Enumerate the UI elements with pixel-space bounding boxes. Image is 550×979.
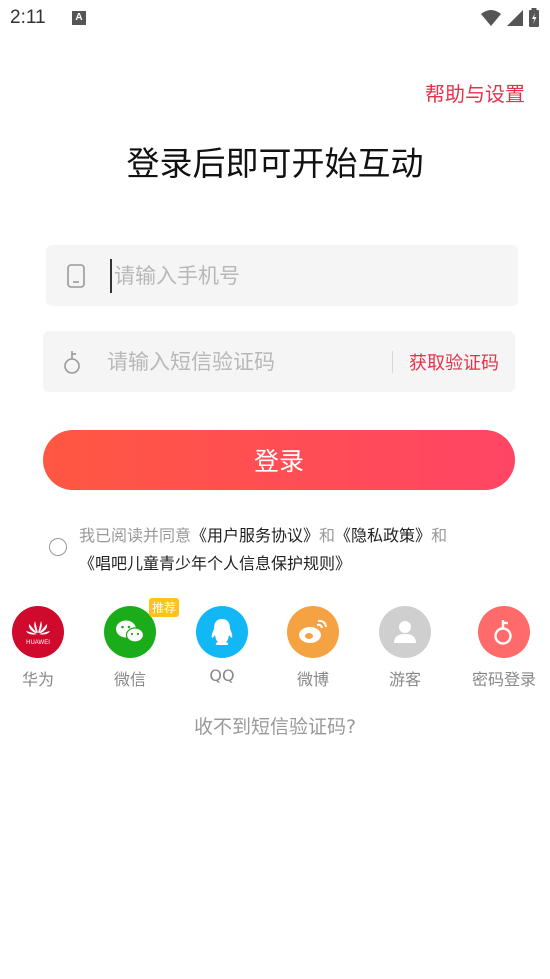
huawei-logo-icon: HUAWEI (26, 621, 50, 646)
agreement-and: 和 (319, 526, 336, 545)
weibo-icon (287, 606, 339, 658)
phone-input[interactable] (110, 259, 490, 293)
notification-icon: A (72, 11, 86, 25)
password-label: 密码登录 (471, 670, 536, 689)
wechat-login[interactable]: 推荐 微信 (95, 598, 180, 690)
person-icon (394, 621, 416, 643)
agreement-and: 和 (431, 526, 448, 545)
status-time: 2:11 (10, 7, 46, 28)
password-icon (478, 606, 530, 658)
phone-icon (67, 264, 85, 288)
qq-label: QQ (209, 666, 235, 685)
huawei-label: 华为 (21, 670, 54, 689)
privacy-policy-link[interactable]: 《隐私政策》 (335, 526, 431, 545)
help-settings-link[interactable]: 帮助与设置 (425, 78, 525, 107)
qq-login[interactable]: QQ (187, 606, 257, 685)
wifi-icon (481, 10, 501, 26)
weibo-logo-icon (299, 619, 327, 643)
sms-code-input[interactable] (107, 345, 377, 379)
guest-icon (379, 606, 431, 658)
weibo-label: 微博 (296, 670, 329, 689)
phone-field (46, 245, 518, 306)
user-agreement-link[interactable]: 《用户服务协议》 (191, 526, 319, 545)
key-icon (64, 351, 80, 374)
guest-label: 游客 (388, 670, 421, 689)
page-title: 登录后即可开始互动 (126, 144, 424, 183)
login-button[interactable]: 登录 (43, 430, 515, 490)
huawei-login[interactable]: HUAWEI 华为 (3, 606, 73, 690)
signal-icon (507, 10, 523, 26)
status-icons (480, 8, 540, 28)
code-field: 获取验证码 (43, 331, 515, 392)
key-icon (494, 620, 512, 645)
guest-login[interactable]: 游客 (370, 606, 440, 690)
wechat-label: 微信 (113, 670, 146, 689)
agreement-checkbox[interactable] (49, 538, 67, 556)
battery-icon (529, 8, 539, 27)
third-party-logins: HUAWEI 华为 推荐 微信 QQ 微博 游客 密码登录 (0, 598, 550, 689)
child-policy-link[interactable]: 《唱吧儿童青少年个人信息保护规则》 (79, 554, 351, 573)
huawei-logo-text: HUAWEI (26, 640, 50, 646)
code-divider (392, 351, 393, 373)
qq-penguin-icon (211, 619, 233, 645)
qq-icon (196, 606, 248, 658)
wechat-icon: 推荐 (104, 598, 180, 658)
weibo-login[interactable]: 微博 (278, 606, 348, 690)
get-code-button[interactable]: 获取验证码 (409, 349, 499, 375)
agreement-text: 我已阅读并同意《用户服务协议》和《隐私政策》和 《唱吧儿童青少年个人信息保护规则》 (79, 522, 519, 578)
agreement-prefix: 我已阅读并同意 (79, 526, 192, 545)
password-login[interactable]: 密码登录 (469, 606, 539, 690)
huawei-icon: HUAWEI (12, 606, 64, 658)
no-code-link[interactable]: 收不到短信验证码? (0, 712, 550, 739)
recommend-badge: 推荐 (149, 598, 180, 617)
wechat-logo-icon (116, 620, 145, 643)
status-bar: 2:11 A (0, 0, 550, 38)
